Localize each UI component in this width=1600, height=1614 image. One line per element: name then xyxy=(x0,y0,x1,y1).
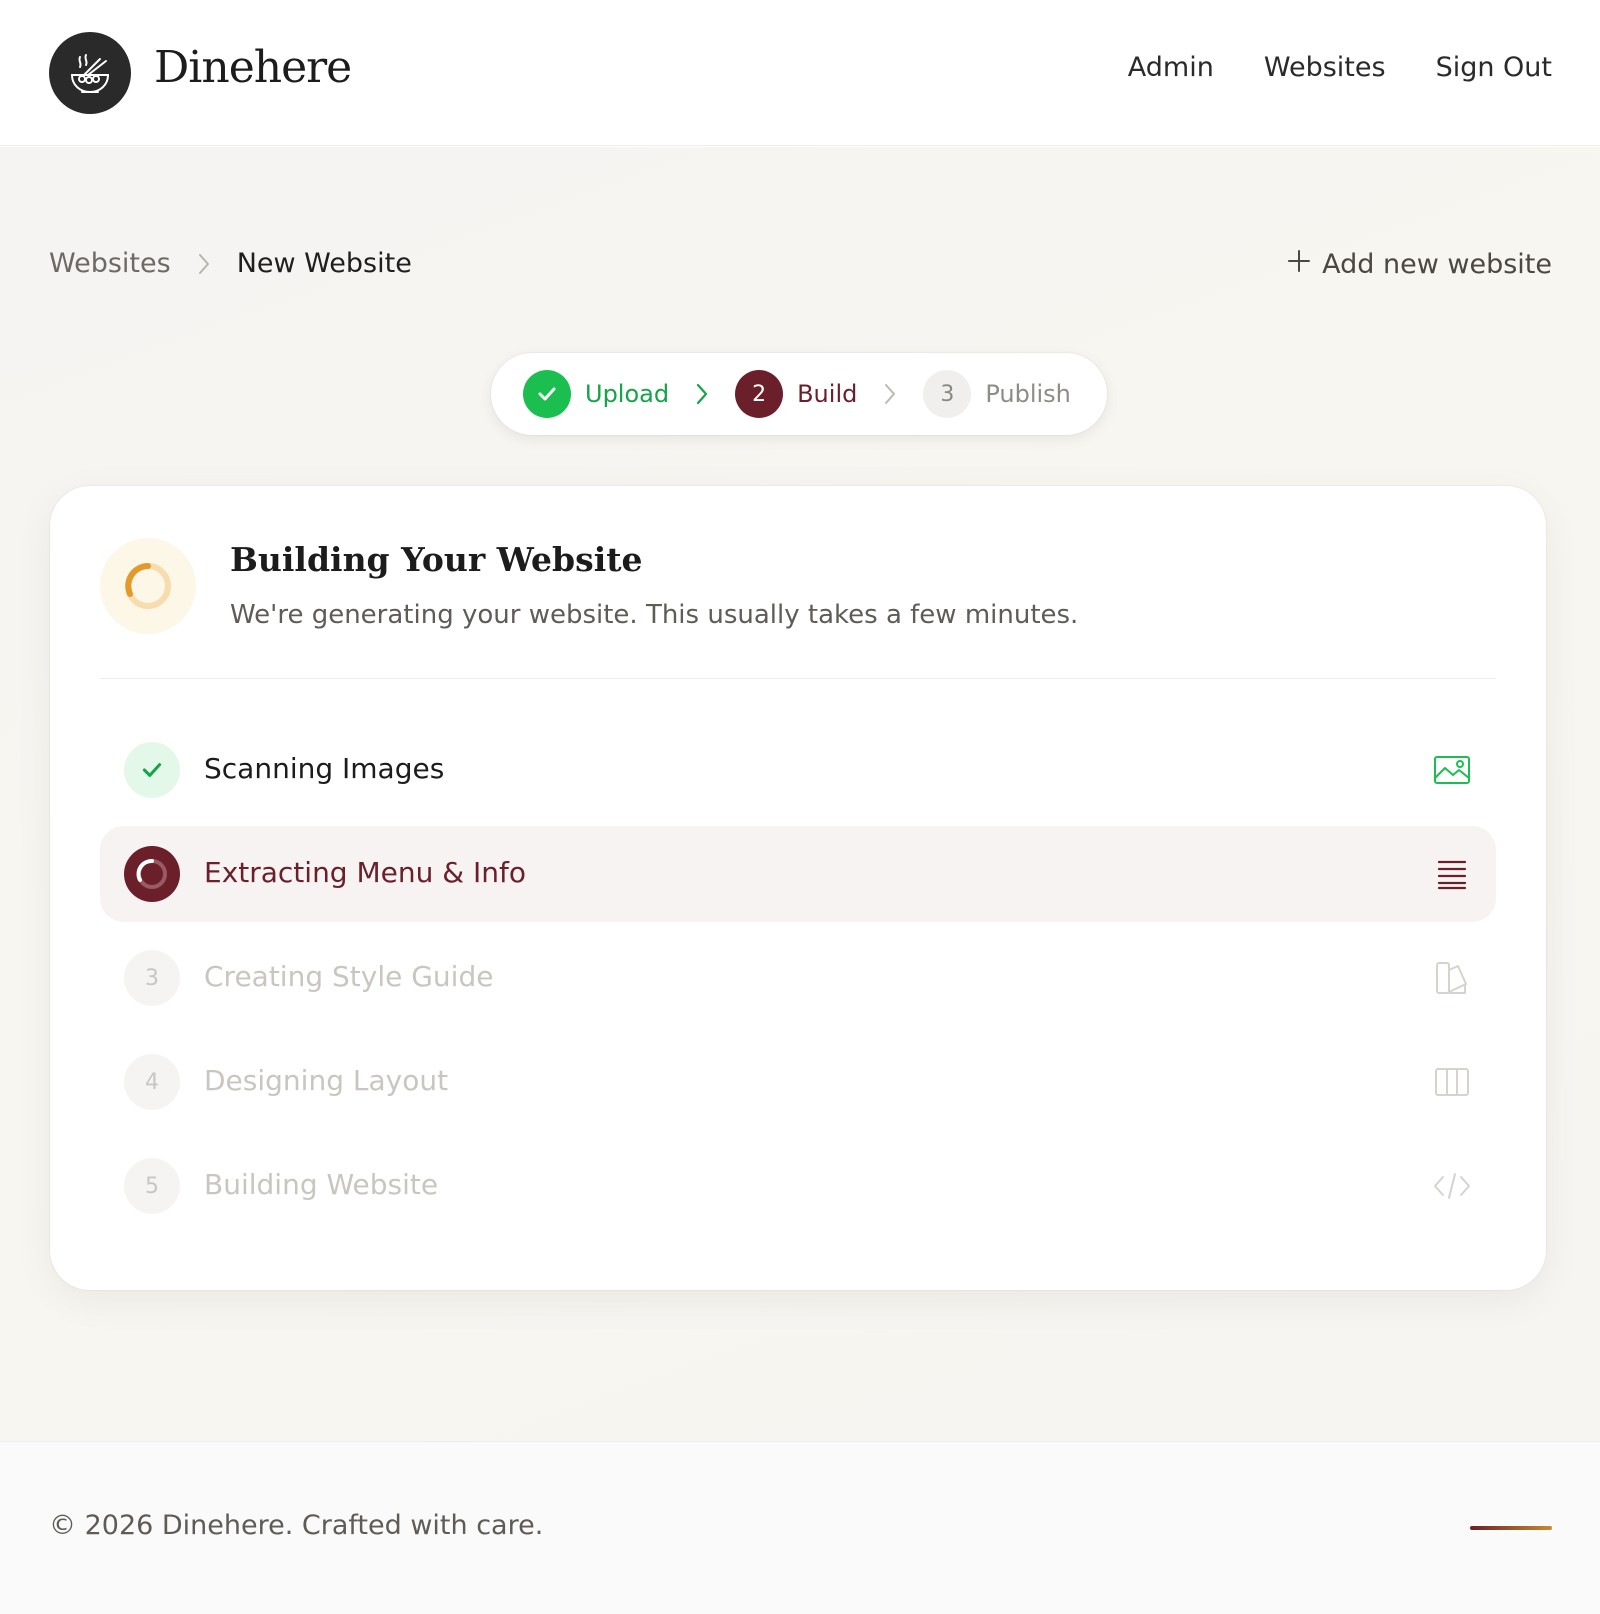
step-upload[interactable]: Upload xyxy=(523,370,669,418)
nav-sign-out-link[interactable]: Sign Out xyxy=(1436,52,1552,83)
breadcrumb-current: New Website xyxy=(236,248,412,279)
top-header: Dinehere Admin Websites Sign Out xyxy=(0,0,1600,146)
add-new-website-label: Add new website xyxy=(1322,249,1552,280)
step-upload-label: Upload xyxy=(585,380,670,408)
task-number: 4 xyxy=(124,1054,180,1110)
loading-spinner-icon xyxy=(100,538,196,634)
palette-icon xyxy=(1432,960,1472,996)
task-building-website: 5 Building Website xyxy=(100,1138,1496,1234)
main-nav: Admin Websites Sign Out xyxy=(1128,52,1552,83)
check-icon xyxy=(523,370,571,418)
step-build-label: Build xyxy=(797,380,858,408)
nav-websites-link[interactable]: Websites xyxy=(1264,52,1386,83)
task-label: Extracting Menu & Info xyxy=(204,856,526,889)
chevron-right-icon xyxy=(197,252,211,276)
step-publish-number: 3 xyxy=(923,370,972,418)
card-title: Building Your Website xyxy=(230,540,643,579)
add-new-website-button[interactable]: Add new website xyxy=(1286,248,1552,281)
copyright-text: © 2026 Dinehere. Crafted with care. xyxy=(49,1510,544,1541)
breadcrumb-websites-link[interactable]: Websites xyxy=(49,248,171,279)
step-build-number: 2 xyxy=(735,370,784,418)
task-number: 5 xyxy=(124,1158,180,1214)
task-label: Building Website xyxy=(204,1168,439,1201)
noodle-bowl-icon[interactable] xyxy=(49,32,131,114)
brand-name[interactable]: Dinehere xyxy=(154,42,352,93)
columns-icon xyxy=(1432,1064,1472,1100)
chevron-right-icon xyxy=(695,382,709,406)
task-label: Scanning Images xyxy=(204,752,445,785)
step-publish[interactable]: 3 Publish xyxy=(923,370,1071,418)
task-label: Creating Style Guide xyxy=(204,960,494,993)
task-extracting-menu: Extracting Menu & Info xyxy=(100,826,1496,922)
task-scanning-images: Scanning Images xyxy=(100,722,1496,818)
task-number: 3 xyxy=(124,950,180,1006)
check-icon xyxy=(124,742,180,798)
step-build[interactable]: 2 Build xyxy=(735,370,857,418)
step-publish-label: Publish xyxy=(985,380,1071,408)
card-subtitle: We're generating your website. This usua… xyxy=(230,600,1079,630)
loading-spinner-icon xyxy=(124,846,180,902)
task-label: Designing Layout xyxy=(204,1064,449,1097)
nav-admin-link[interactable]: Admin xyxy=(1128,52,1214,83)
plus-icon xyxy=(1286,248,1312,281)
image-icon xyxy=(1432,752,1472,788)
breadcrumb: Websites New Website xyxy=(49,248,412,279)
footer-accent-line xyxy=(1470,1526,1552,1530)
chevron-right-icon xyxy=(883,382,897,406)
progress-stepper: Upload 2 Build 3 Publish xyxy=(491,353,1107,435)
page-footer: © 2026 Dinehere. Crafted with care. xyxy=(0,1441,1600,1614)
divider xyxy=(100,678,1496,679)
build-progress-card: Building Your Website We're generating y… xyxy=(50,486,1546,1290)
code-icon xyxy=(1432,1168,1472,1204)
task-designing-layout: 4 Designing Layout xyxy=(100,1034,1496,1130)
list-icon xyxy=(1432,856,1472,892)
task-creating-style-guide: 3 Creating Style Guide xyxy=(100,930,1496,1026)
